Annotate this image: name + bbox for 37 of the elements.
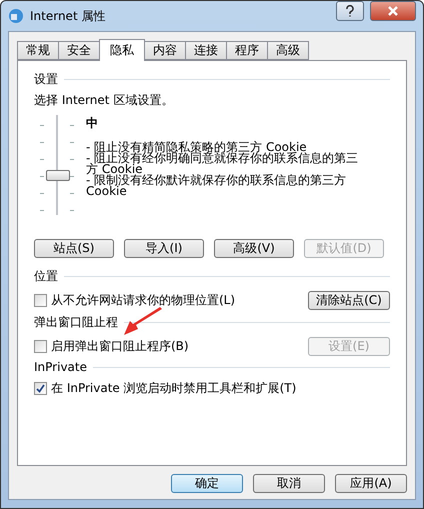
tab[interactable]: 安全	[58, 41, 100, 60]
question-mark-icon	[345, 5, 355, 17]
intro-text: 选择 Internet 区域设置。	[34, 92, 174, 109]
checkbox[interactable]	[34, 294, 47, 307]
privacy-slider[interactable]	[40, 115, 74, 215]
window-title: Internet 属性	[30, 8, 106, 24]
button[interactable]: 确定	[171, 474, 243, 493]
checkbox-label: 从不允许网站请求你的物理位置(L)	[51, 292, 236, 309]
checkbox-label: 在 InPrivate 浏览启动时禁用工具栏和扩展(T)	[51, 380, 298, 397]
close-icon	[388, 6, 398, 16]
button[interactable]: 清除站点(C)	[308, 291, 390, 310]
arrow-annotation	[122, 307, 164, 337]
checkbox[interactable]	[34, 340, 47, 353]
tab[interactable]: 内容	[144, 41, 186, 60]
button[interactable]: 应用(A)	[335, 474, 407, 493]
group-heading: 位置	[34, 268, 58, 285]
description-line: - 阻止没有经你明确同意就保存你的联系信息的第三方 Cookie	[86, 153, 360, 175]
button[interactable]: 高级(V)	[214, 239, 294, 258]
tab[interactable]: 常规	[17, 41, 59, 60]
tab[interactable]: 连接	[185, 41, 227, 60]
close-button[interactable]	[370, 1, 416, 21]
button[interactable]: 取消	[253, 474, 325, 493]
checkbox-label: 启用弹出窗口阻止程序(B)	[51, 338, 190, 355]
button[interactable]: 站点(S)	[34, 239, 114, 258]
slider-thumb[interactable]	[46, 170, 70, 181]
group-heading: 设置	[34, 71, 58, 88]
checkbox[interactable]	[34, 382, 47, 395]
tab[interactable]: 程序	[226, 41, 268, 60]
group-heading: InPrivate	[34, 360, 87, 374]
description-line: - 限制没有经你默许就保存你的联系信息的第三方 Cookie	[86, 175, 348, 197]
help-button[interactable]	[336, 1, 364, 21]
tab[interactable]: 隐私	[99, 39, 145, 61]
tab[interactable]: 高级	[267, 41, 309, 60]
description-line: - 阻止没有精简隐私策略的第三方 Cookie	[86, 142, 307, 153]
group-heading: 弹出窗口阻止程	[34, 314, 118, 331]
button[interactable]: 导入(I)	[124, 239, 204, 258]
level-name: 中	[86, 115, 99, 132]
